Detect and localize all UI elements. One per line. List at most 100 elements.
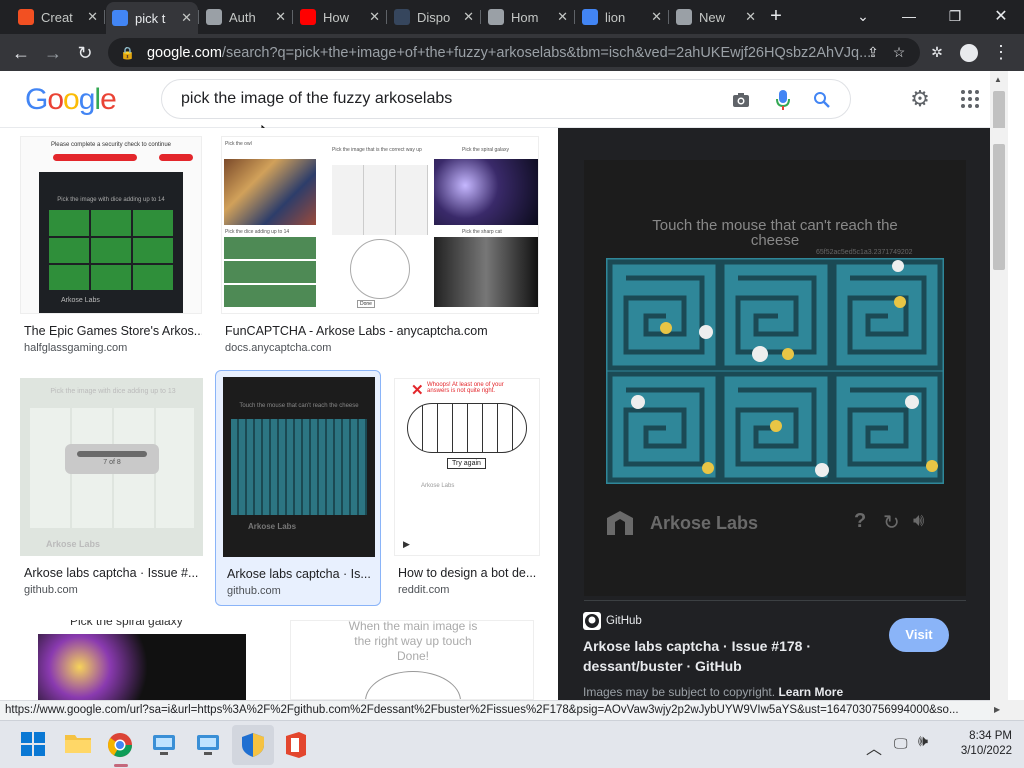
- tab-2[interactable]: Auth ✕: [200, 4, 292, 30]
- result-thumbnail[interactable]: ✕ Whoops! At least one of your answers i…: [394, 378, 540, 556]
- lock-icon: 🔒: [120, 45, 135, 60]
- google-icon: [582, 9, 598, 25]
- result-source[interactable]: github.com: [24, 584, 78, 596]
- back-button[interactable]: ←: [8, 40, 34, 66]
- show-hidden-icons-chevron-icon[interactable]: ︿: [866, 735, 882, 759]
- learn-more-link[interactable]: Learn More: [778, 685, 843, 699]
- thumb-label: Pick the owl: [225, 141, 252, 147]
- preview-source[interactable]: GitHub: [606, 615, 642, 627]
- tab-7[interactable]: New ✕: [670, 4, 762, 30]
- image-result-card[interactable]: ✕ Whoops! At least one of your answers i…: [394, 378, 542, 602]
- preview-image-caption: Touch the mouse that can't reach the che…: [652, 217, 898, 249]
- tab-3[interactable]: How ✕: [294, 4, 386, 30]
- tab-search-chevron-icon[interactable]: ⌄: [840, 0, 886, 32]
- google-logo[interactable]: Google: [25, 83, 117, 117]
- new-tab-button[interactable]: +: [752, 0, 800, 32]
- search-box[interactable]: pick the image of the fuzzy arkoselabs: [161, 79, 851, 119]
- thumb-footer: Arkose Labs: [61, 297, 100, 304]
- chrome-taskbar-icon[interactable]: [106, 731, 134, 759]
- close-tab-icon[interactable]: ✕: [463, 9, 474, 25]
- result-title[interactable]: The Epic Games Store's Arkos...: [24, 324, 202, 338]
- forward-button[interactable]: →: [40, 40, 66, 66]
- image-result-card[interactable]: Pick the spiral galaxy: [20, 620, 264, 700]
- reload-button[interactable]: ↻: [72, 40, 98, 66]
- tumblr-icon: [394, 9, 410, 25]
- panel-scrollbar-thumb[interactable]: [993, 144, 1005, 270]
- preview-image[interactable]: Touch the mouse that can't reach the che…: [584, 160, 966, 596]
- youtube-icon: [300, 9, 316, 25]
- result-thumbnail[interactable]: Touch the mouse that can't reach the che…: [223, 377, 375, 557]
- volume-icon[interactable]: 🕪︎: [918, 733, 928, 751]
- tab-1[interactable]: pick t ✕: [106, 2, 198, 34]
- logo-letter: g: [78, 83, 96, 116]
- minimize-button[interactable]: —: [886, 0, 932, 32]
- thumb-caption: Pick the spiral galaxy: [70, 620, 183, 628]
- search-query[interactable]: pick the image of the fuzzy arkoselabs: [181, 90, 452, 108]
- image-result-card[interactable]: Pick the image with dice adding up to 13…: [20, 378, 204, 602]
- close-tab-icon[interactable]: ✕: [369, 9, 380, 25]
- close-tab-icon[interactable]: ✕: [557, 9, 568, 25]
- thumb-footer: Arkose Labs: [46, 539, 101, 549]
- image-result-card[interactable]: When the main image is the right way up …: [290, 620, 534, 700]
- result-source[interactable]: halfglassgaming.com: [24, 342, 127, 354]
- tab-title: Auth: [229, 9, 256, 25]
- tab-6[interactable]: lion ✕: [576, 4, 668, 30]
- profile-avatar-icon[interactable]: [956, 38, 982, 67]
- share-icon[interactable]: ⇪: [860, 38, 886, 67]
- help-icon: ?: [854, 510, 867, 532]
- tab-5[interactable]: Hom ✕: [482, 4, 574, 30]
- result-thumbnail[interactable]: Pick the image with dice adding up to 13…: [20, 378, 203, 556]
- url-domain: google.com: [146, 44, 222, 61]
- github-icon: [583, 612, 601, 630]
- result-title[interactable]: Arkose labs captcha · Is...: [227, 567, 377, 581]
- camera-icon[interactable]: [729, 88, 753, 112]
- result-thumbnail[interactable]: When the main image is the right way up …: [290, 620, 534, 700]
- scroll-right-arrow[interactable]: ▶: [994, 705, 1000, 714]
- office-icon[interactable]: [283, 731, 311, 759]
- image-result-card[interactable]: Pick the owl Pick the dice adding up to …: [221, 136, 541, 360]
- search-icon[interactable]: [810, 88, 834, 112]
- result-title[interactable]: How to design a bot de...: [398, 566, 538, 580]
- chrome-menu-icon[interactable]: ⋮: [988, 38, 1014, 67]
- tab-4[interactable]: Dispo ✕: [388, 4, 480, 30]
- roblox-icon: [488, 9, 504, 25]
- preview-image-code: 65f52ac5ed5c1a3.2371749202: [816, 249, 913, 256]
- horizontal-scrollbar[interactable]: ▶: [990, 700, 1024, 720]
- windows-security-shield-icon[interactable]: [239, 731, 267, 759]
- preview-title[interactable]: Arkose labs captcha · Issue #178 · dessa…: [583, 636, 843, 676]
- result-source[interactable]: docs.anycaptcha.com: [225, 342, 331, 354]
- result-thumbnail[interactable]: Pick the owl Pick the dice adding up to …: [221, 136, 539, 314]
- network-icon[interactable]: 🖵︎: [894, 735, 908, 752]
- windows-start-icon[interactable]: [20, 731, 48, 759]
- panel-scrollbar[interactable]: [990, 128, 1008, 700]
- file-explorer-icon[interactable]: [64, 731, 92, 759]
- result-thumbnail[interactable]: Pick the spiral galaxy: [20, 620, 264, 700]
- visit-button[interactable]: Visit: [889, 618, 949, 652]
- close-window-button[interactable]: ✕: [978, 0, 1024, 32]
- settings-gear-icon[interactable]: ⚙: [908, 87, 932, 111]
- address-bar[interactable]: 🔒 google.com/search?q=pick+the+image+of+…: [108, 38, 920, 67]
- close-tab-icon[interactable]: ✕: [181, 10, 192, 26]
- apps-grid-icon[interactable]: [960, 89, 980, 109]
- arkose-logo-icon: [606, 510, 634, 536]
- restore-button[interactable]: ❐: [932, 0, 978, 32]
- close-tab-icon[interactable]: ✕: [275, 9, 286, 25]
- image-result-card[interactable]: Please complete a security check to cont…: [20, 136, 202, 360]
- tab-0[interactable]: Creat ✕: [12, 4, 104, 30]
- scroll-up-arrow[interactable]: ▲: [994, 75, 1002, 84]
- result-source[interactable]: github.com: [227, 585, 281, 597]
- system-clock[interactable]: 8:34 PM 3/10/2022: [950, 729, 1012, 759]
- extensions-icon[interactable]: ✲: [924, 38, 950, 67]
- remote-desktop-icon[interactable]: [150, 731, 178, 759]
- result-title[interactable]: Arkose labs captcha · Issue #...: [24, 566, 202, 580]
- bookmark-star-icon[interactable]: ☆: [886, 38, 912, 67]
- result-source[interactable]: reddit.com: [398, 584, 449, 596]
- image-result-card-selected[interactable]: Touch the mouse that can't reach the che…: [215, 370, 381, 606]
- result-thumbnail[interactable]: Please complete a security check to cont…: [20, 136, 202, 314]
- remote-desktop-icon-2[interactable]: [194, 731, 222, 759]
- microphone-icon[interactable]: [771, 88, 795, 112]
- result-title[interactable]: FunCAPTCHA - Arkose Labs - anycaptcha.co…: [225, 324, 541, 338]
- close-tab-icon[interactable]: ✕: [651, 9, 662, 25]
- tab-title: Dispo: [417, 9, 451, 25]
- close-tab-icon[interactable]: ✕: [87, 9, 98, 25]
